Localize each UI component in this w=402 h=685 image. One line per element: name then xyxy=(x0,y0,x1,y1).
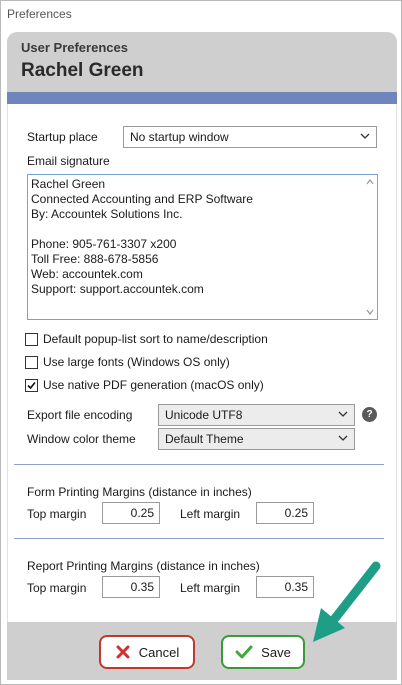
close-icon xyxy=(116,645,130,659)
signature-line: Connected Accounting and ERP Software xyxy=(31,192,253,206)
startup-place-label: Startup place xyxy=(27,130,98,144)
form-top-margin-input[interactable]: 0.25 xyxy=(102,502,160,524)
checkmark-icon xyxy=(235,645,253,659)
window-title: Preferences xyxy=(7,7,72,21)
signature-line: Rachel Green xyxy=(31,177,106,191)
chevron-down-icon xyxy=(338,435,348,441)
color-theme-select[interactable]: Default Theme xyxy=(158,428,355,450)
header-subtitle: User Preferences xyxy=(21,40,128,55)
report-margins-title: Report Printing Margins (distance in inc… xyxy=(27,559,260,573)
preferences-window: Preferences User Preferences Rachel Gree… xyxy=(0,0,402,685)
help-icon[interactable]: ? xyxy=(362,407,377,422)
popup-sort-label: Default popup-list sort to name/descript… xyxy=(43,332,268,346)
report-top-margin-label: Top margin xyxy=(27,581,87,595)
scroll-down-icon[interactable] xyxy=(366,308,374,316)
export-encoding-select[interactable]: Unicode UTF8 xyxy=(158,404,355,426)
header-panel: User Preferences Rachel Green xyxy=(7,32,397,104)
cancel-button[interactable]: Cancel xyxy=(99,635,195,669)
signature-line: Phone: 905-761-3307 x200 xyxy=(31,237,177,251)
report-left-margin-label: Left margin xyxy=(180,581,241,595)
cancel-label: Cancel xyxy=(138,644,180,660)
header-user-name: Rachel Green xyxy=(21,60,144,81)
signature-line: Web: accountek.com xyxy=(31,267,143,281)
section-divider xyxy=(14,464,384,465)
form-top-margin-label: Top margin xyxy=(27,507,87,521)
checkmark-icon xyxy=(27,381,36,389)
export-encoding-label: Export file encoding xyxy=(27,408,133,422)
checkbox-box[interactable] xyxy=(25,378,38,392)
signature-line xyxy=(31,222,374,237)
startup-place-value: No startup window xyxy=(130,130,229,144)
signature-line: By: Accountek Solutions Inc. xyxy=(31,207,183,221)
preferences-form: Startup place No startup window Email si… xyxy=(7,104,397,622)
export-encoding-value: Unicode UTF8 xyxy=(165,408,243,422)
native-pdf-label: Use native PDF generation (macOS only) xyxy=(43,378,264,392)
color-theme-label: Window color theme xyxy=(27,432,136,446)
chevron-down-icon xyxy=(338,411,348,417)
report-top-margin-input[interactable]: 0.35 xyxy=(102,576,160,598)
form-left-margin-label: Left margin xyxy=(180,507,241,521)
annotation-arrow-icon xyxy=(313,561,381,642)
form-left-margin-input[interactable]: 0.25 xyxy=(256,502,314,524)
startup-place-select[interactable]: No startup window xyxy=(123,126,377,148)
signature-scrollbar[interactable] xyxy=(363,175,377,319)
native-pdf-checkbox[interactable]: Use native PDF generation (macOS only) xyxy=(25,378,264,392)
email-signature-textarea[interactable]: Rachel Green Connected Accounting and ER… xyxy=(27,174,378,320)
checkbox-box[interactable] xyxy=(25,355,38,369)
email-signature-label: Email signature xyxy=(27,154,110,168)
form-margins-title: Form Printing Margins (distance in inche… xyxy=(27,485,252,499)
color-theme-value: Default Theme xyxy=(165,432,244,446)
large-fonts-label: Use large fonts (Windows OS only) xyxy=(43,355,230,369)
checkbox-box[interactable] xyxy=(25,332,38,346)
chevron-down-icon xyxy=(360,133,370,139)
large-fonts-checkbox[interactable]: Use large fonts (Windows OS only) xyxy=(25,355,230,369)
save-label: Save xyxy=(261,644,291,660)
signature-line: Toll Free: 888-678-5856 xyxy=(31,252,159,266)
popup-sort-checkbox[interactable]: Default popup-list sort to name/descript… xyxy=(25,332,268,346)
scroll-up-icon[interactable] xyxy=(366,178,374,186)
signature-line: Support: support.accountek.com xyxy=(31,282,204,296)
header-accent-bar xyxy=(7,92,397,104)
section-divider xyxy=(14,538,384,539)
